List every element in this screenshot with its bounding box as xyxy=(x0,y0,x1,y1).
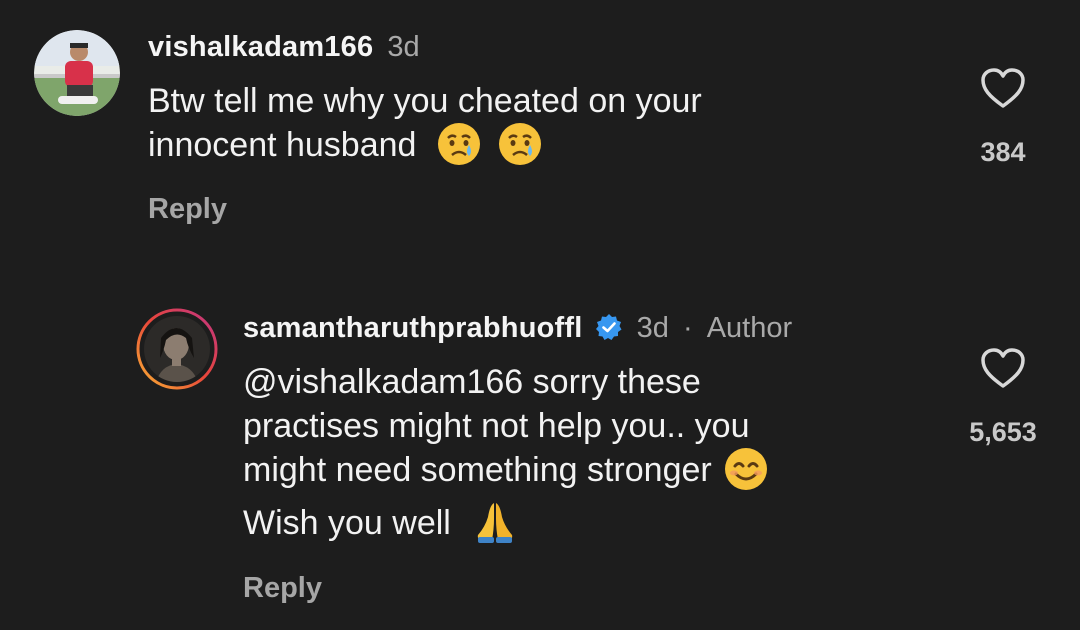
user-photo-icon xyxy=(136,308,218,390)
smiling-face-icon xyxy=(723,446,769,492)
folded-hands-icon xyxy=(472,499,518,545)
like-count: 5,653 xyxy=(969,417,1037,447)
comment-line: Btw tell me why you cheated on your xyxy=(148,82,702,120)
like-button[interactable] xyxy=(979,66,1027,110)
username[interactable]: samantharuthprabhuoffl xyxy=(243,312,583,344)
like-button[interactable] xyxy=(979,346,1027,390)
comment-line: innocent husband xyxy=(148,123,702,170)
verified-badge-icon xyxy=(595,313,623,341)
comment-item: samantharuthprabhuoffl 3d · Author @vish… xyxy=(0,280,1080,630)
username[interactable]: vishalkadam166 xyxy=(148,31,373,63)
like-count: 384 xyxy=(980,137,1026,167)
comment-text: @vishalkadam166 sorry these practises mi… xyxy=(243,360,769,548)
heart-icon xyxy=(981,68,1025,108)
comment-line: practises might not help you.. you xyxy=(243,407,750,445)
avatar[interactable] xyxy=(34,30,120,116)
comment-header: vishalkadam166 3d xyxy=(148,30,420,64)
comment-line: Wish you well xyxy=(243,501,769,548)
separator: · xyxy=(682,312,693,344)
comment-header: samantharuthprabhuoffl 3d · Author xyxy=(243,311,792,345)
comment-line-text: might need something stronger xyxy=(243,451,712,489)
author-label: Author xyxy=(706,312,793,344)
comment-line-text: Wish you well xyxy=(243,504,451,543)
comment-line-text: innocent husband xyxy=(148,126,417,164)
heart-icon xyxy=(981,348,1025,388)
comment-text: Btw tell me why you cheated on your inno… xyxy=(148,79,702,170)
crying-face-icon xyxy=(497,121,543,167)
comment-line: @vishalkadam166 sorry these xyxy=(243,363,701,401)
timestamp: 3d xyxy=(387,31,420,63)
comment-item: vishalkadam166 3d Btw tell me why you ch… xyxy=(0,0,1080,250)
avatar[interactable] xyxy=(136,308,218,390)
user-photo-icon xyxy=(34,30,120,116)
reply-button[interactable]: Reply xyxy=(148,193,227,226)
reply-button[interactable]: Reply xyxy=(243,572,322,605)
timestamp: 3d xyxy=(636,312,669,344)
crying-face-icon xyxy=(436,121,482,167)
comment-line: might need something stronger xyxy=(243,448,769,495)
